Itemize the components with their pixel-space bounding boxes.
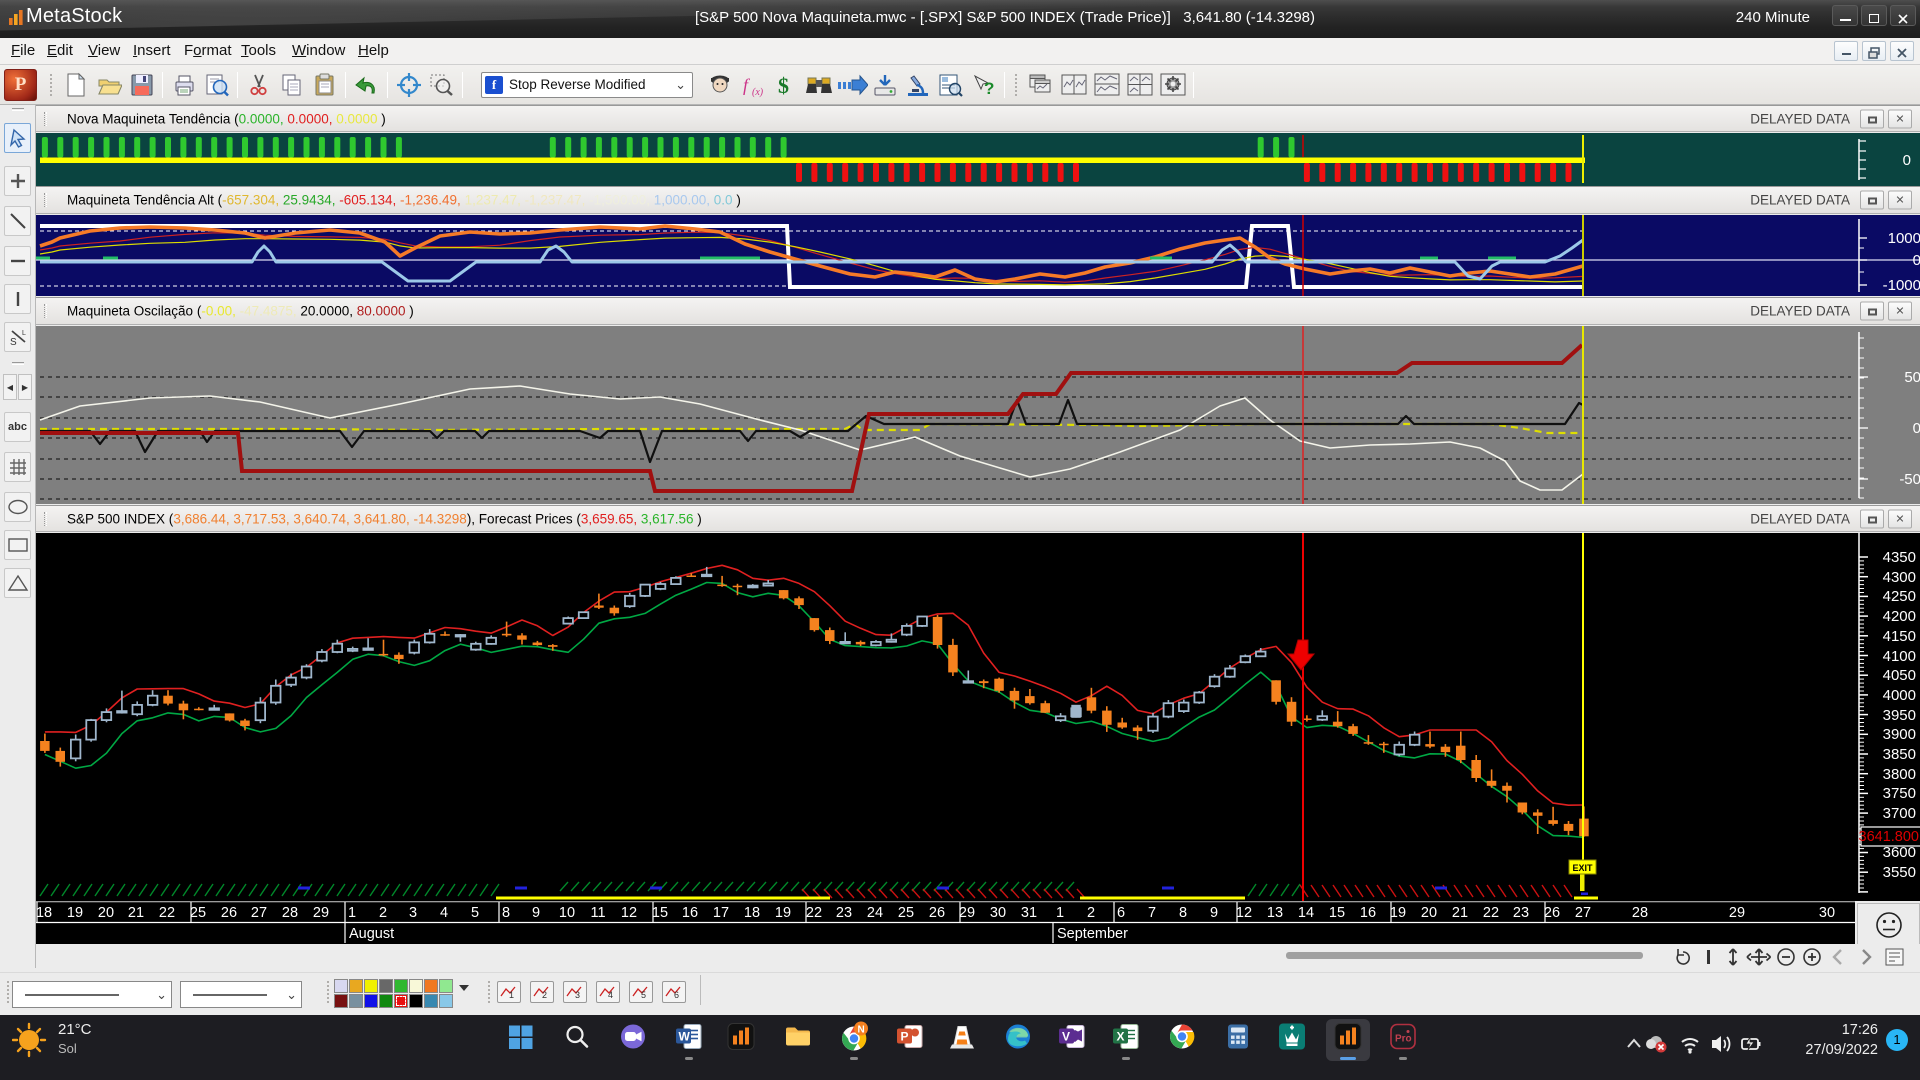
svg-text:16: 16 [1360, 905, 1376, 921]
svg-text:20: 20 [98, 905, 114, 921]
svg-text:16: 16 [682, 905, 698, 921]
svg-text:$: $ [778, 73, 789, 98]
svg-text:9: 9 [1210, 905, 1218, 921]
svg-text:14: 14 [1298, 905, 1314, 921]
svg-text:1: 1 [348, 905, 356, 921]
svg-text:29: 29 [959, 905, 975, 921]
svg-text:3900: 3900 [1883, 726, 1916, 743]
svg-text:6: 6 [1117, 905, 1125, 921]
svg-text:0: 0 [1903, 152, 1911, 169]
svg-text:7: 7 [1148, 905, 1156, 921]
svg-text:30: 30 [990, 905, 1006, 921]
svg-text:22: 22 [806, 905, 822, 921]
svg-text:21: 21 [1452, 905, 1468, 921]
svg-text:4350: 4350 [1883, 549, 1916, 566]
svg-text:4300: 4300 [1883, 569, 1916, 586]
svg-text:26: 26 [221, 905, 237, 921]
svg-text:24: 24 [867, 905, 883, 921]
svg-text:-1000: -1000 [1883, 277, 1920, 294]
svg-text:4150: 4150 [1883, 628, 1916, 645]
svg-text:6: 6 [674, 990, 679, 1000]
svg-text:27: 27 [251, 905, 267, 921]
svg-text:3850: 3850 [1883, 746, 1916, 763]
svg-text:1000: 1000 [1888, 230, 1920, 247]
svg-text:18: 18 [744, 905, 760, 921]
svg-text:17: 17 [713, 905, 729, 921]
svg-text:4: 4 [440, 905, 448, 921]
svg-text:15: 15 [1329, 905, 1345, 921]
svg-text:4250: 4250 [1883, 588, 1916, 605]
svg-text:8: 8 [502, 905, 510, 921]
svg-text:19: 19 [1390, 905, 1406, 921]
svg-text:2: 2 [1087, 905, 1095, 921]
svg-text:3800: 3800 [1883, 766, 1916, 783]
svg-text:X: X [1117, 1030, 1125, 1044]
svg-text:?: ? [984, 79, 994, 98]
svg-text:11: 11 [590, 905, 605, 921]
svg-text:-50: -50 [1899, 471, 1920, 488]
svg-text:September: September [1057, 926, 1128, 942]
svg-text:L: L [22, 330, 26, 337]
svg-text:f: f [743, 75, 751, 95]
svg-text:10: 10 [559, 905, 575, 921]
svg-text:4000: 4000 [1883, 687, 1916, 704]
svg-text:0: 0 [1913, 252, 1920, 269]
svg-text:3: 3 [409, 905, 417, 921]
svg-text:N: N [858, 1025, 865, 1036]
svg-text:28: 28 [1632, 905, 1648, 921]
svg-text:(x): (x) [752, 87, 764, 98]
svg-text:23: 23 [1513, 905, 1529, 921]
svg-text:29: 29 [313, 905, 329, 921]
svg-text:2: 2 [379, 905, 387, 921]
svg-text:4100: 4100 [1883, 648, 1916, 665]
svg-text:15: 15 [652, 905, 668, 921]
svg-text:20: 20 [1421, 905, 1437, 921]
svg-text:28: 28 [282, 905, 298, 921]
svg-text:8: 8 [1179, 905, 1187, 921]
svg-text:3750: 3750 [1883, 785, 1916, 802]
svg-text:25: 25 [898, 905, 914, 921]
svg-text:S: S [10, 337, 17, 346]
svg-text:August: August [349, 926, 394, 942]
svg-text:2: 2 [542, 990, 547, 1000]
svg-text:18: 18 [36, 905, 52, 921]
svg-text:21: 21 [128, 905, 144, 921]
svg-text:19: 19 [67, 905, 83, 921]
svg-text:W: W [679, 1030, 691, 1044]
svg-text:4: 4 [608, 990, 613, 1000]
svg-text:19: 19 [775, 905, 791, 921]
svg-text:3: 3 [575, 990, 580, 1000]
svg-text:3641.800: 3641.800 [1859, 829, 1919, 845]
svg-text:22: 22 [1483, 905, 1499, 921]
svg-text:P: P [901, 1030, 909, 1044]
svg-text:22: 22 [159, 905, 175, 921]
svg-text:27: 27 [1575, 905, 1591, 921]
svg-text:26: 26 [1544, 905, 1560, 921]
svg-text:31: 31 [1021, 905, 1037, 921]
svg-text:1: 1 [1056, 905, 1064, 921]
svg-text:50: 50 [1904, 369, 1920, 386]
svg-text:3550: 3550 [1883, 864, 1916, 881]
svg-text:23: 23 [836, 905, 852, 921]
svg-text:EXIT: EXIT [1572, 863, 1593, 873]
svg-text:0: 0 [1913, 420, 1920, 437]
svg-text:30: 30 [1819, 905, 1835, 921]
svg-text:25: 25 [190, 905, 206, 921]
svg-text:3700: 3700 [1883, 805, 1916, 822]
svg-text:5: 5 [471, 905, 479, 921]
svg-text:12: 12 [1236, 905, 1252, 921]
svg-text:5: 5 [641, 990, 646, 1000]
svg-text:4050: 4050 [1883, 667, 1916, 684]
svg-text:Pro: Pro [1395, 1034, 1412, 1045]
svg-text:3950: 3950 [1883, 707, 1916, 724]
svg-text:26: 26 [929, 905, 945, 921]
svg-text:1: 1 [509, 990, 514, 1000]
svg-text:4200: 4200 [1883, 608, 1916, 625]
svg-text:29: 29 [1729, 905, 1745, 921]
svg-text:V: V [1062, 1030, 1070, 1044]
svg-text:13: 13 [1267, 905, 1283, 921]
svg-text:9: 9 [532, 905, 540, 921]
svg-text:12: 12 [621, 905, 637, 921]
